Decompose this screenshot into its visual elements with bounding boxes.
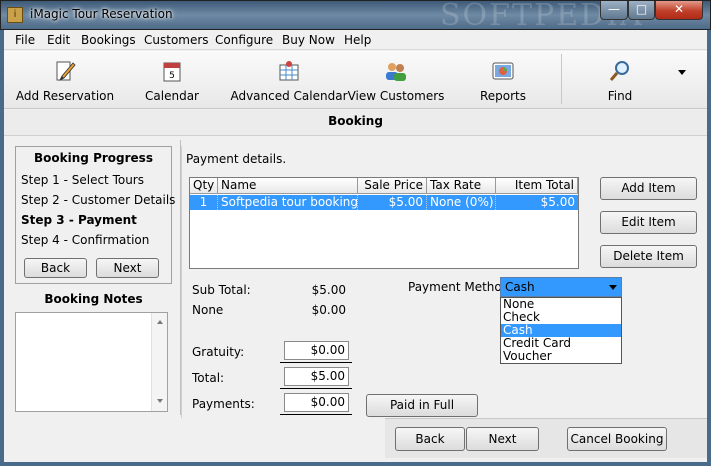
gratuity-input[interactable]: $0.00 — [284, 341, 349, 360]
col-name-header[interactable]: Name — [218, 178, 358, 194]
underline — [280, 362, 352, 363]
reports-button[interactable]: Reports — [467, 51, 539, 107]
maximize-button[interactable]: □ — [628, 1, 655, 20]
app-icon: i — [7, 7, 23, 23]
menu-help[interactable]: Help — [344, 33, 371, 47]
col-sale-price-header[interactable]: Sale Price — [358, 178, 427, 194]
option-voucher[interactable]: Voucher — [501, 350, 621, 363]
chevron-down-icon[interactable] — [609, 285, 617, 290]
payment-method-label: Payment Method: — [408, 280, 514, 294]
pencil-icon — [56, 61, 76, 81]
notes-scrollbar[interactable] — [151, 313, 167, 411]
underline — [280, 414, 352, 415]
menu-buy-now[interactable]: Buy Now — [282, 33, 335, 47]
col-qty-header[interactable]: Qty — [190, 178, 218, 194]
gratuity-label: Gratuity: — [192, 345, 245, 359]
total-field: $5.00 — [284, 367, 349, 386]
view-customers-button[interactable]: View Customers — [347, 51, 445, 107]
step-customer-details: Step 2 - Customer Details — [21, 193, 176, 207]
toolbar-separator — [561, 54, 562, 104]
magnifier-icon — [609, 61, 629, 81]
menu-bar: File Edit Bookings Customers Configure B… — [4, 30, 707, 50]
back-button[interactable]: Back — [395, 427, 465, 451]
scroll-down-icon[interactable] — [157, 399, 163, 403]
svg-text:5: 5 — [169, 71, 175, 81]
payment-method-selected-value: Cash — [505, 280, 535, 294]
cell-sale-price: $5.00 — [358, 195, 427, 210]
calendar-icon: 5 — [163, 62, 181, 82]
minimize-button[interactable]: — — [600, 1, 628, 20]
cancel-booking-button[interactable]: Cancel Booking — [567, 427, 667, 451]
toolbar: Add Reservation 5 Calendar Advanced Cale… — [4, 51, 707, 109]
booking-notes-textarea[interactable] — [15, 312, 168, 412]
users-icon — [386, 63, 406, 81]
paid-in-full-button[interactable]: Paid in Full — [366, 394, 478, 417]
menu-customers[interactable]: Customers — [144, 33, 209, 47]
step-select-tours: Step 1 - Select Tours — [21, 173, 144, 187]
col-tax-rate-header[interactable]: Tax Rate — [427, 178, 496, 194]
cell-tax-rate: None (0%) — [427, 195, 496, 210]
booking-progress-title: Booking Progress — [34, 151, 153, 165]
progress-next-button[interactable]: Next — [96, 258, 159, 278]
cell-item-total: $5.00 — [540, 195, 575, 209]
step-payment: Step 3 - Payment — [21, 213, 137, 227]
total-label: Total: — [192, 371, 225, 385]
payment-details-label: Payment details. — [186, 152, 287, 166]
add-reservation-button[interactable]: Add Reservation — [12, 51, 118, 107]
edit-item-button[interactable]: Edit Item — [600, 211, 697, 234]
calendar-button[interactable]: 5 Calendar — [134, 51, 210, 107]
menu-edit[interactable]: Edit — [47, 33, 70, 47]
tax-label: None — [192, 303, 224, 317]
window-title: iMagic Tour Reservation — [30, 7, 173, 21]
col-item-total-header[interactable]: Item Total — [496, 178, 578, 194]
booking-notes-title: Booking Notes — [44, 292, 143, 306]
payments-label: Payments: — [192, 397, 255, 411]
sub-total-value: $5.00 — [311, 283, 346, 297]
payments-field: $0.00 — [284, 393, 349, 412]
menu-bookings[interactable]: Bookings — [81, 33, 136, 47]
cell-qty: 1 — [190, 195, 218, 210]
section-title: Booking — [4, 110, 707, 136]
cell-name: Softpedia tour booking from — [218, 195, 358, 210]
sub-total-label: Sub Total: — [192, 283, 251, 297]
underline — [280, 388, 352, 389]
add-item-button[interactable]: Add Item — [600, 177, 697, 200]
scroll-up-icon[interactable] — [157, 320, 163, 324]
toolbar-overflow-icon[interactable] — [678, 70, 686, 75]
delete-item-button[interactable]: Delete Item — [600, 245, 697, 268]
tax-value: $0.00 — [311, 303, 346, 317]
step-confirmation: Step 4 - Confirmation — [21, 233, 150, 247]
reports-icon — [492, 62, 514, 80]
menu-configure[interactable]: Configure — [215, 33, 273, 47]
advanced-calendar-icon — [279, 61, 299, 81]
menu-file[interactable]: File — [15, 33, 35, 47]
progress-back-button[interactable]: Back — [24, 258, 87, 278]
next-button[interactable]: Next — [466, 427, 539, 451]
find-button[interactable]: Find — [589, 51, 651, 107]
advanced-calendar-button[interactable]: Advanced Calendar — [229, 51, 349, 107]
close-button[interactable]: ✕ — [655, 1, 703, 20]
